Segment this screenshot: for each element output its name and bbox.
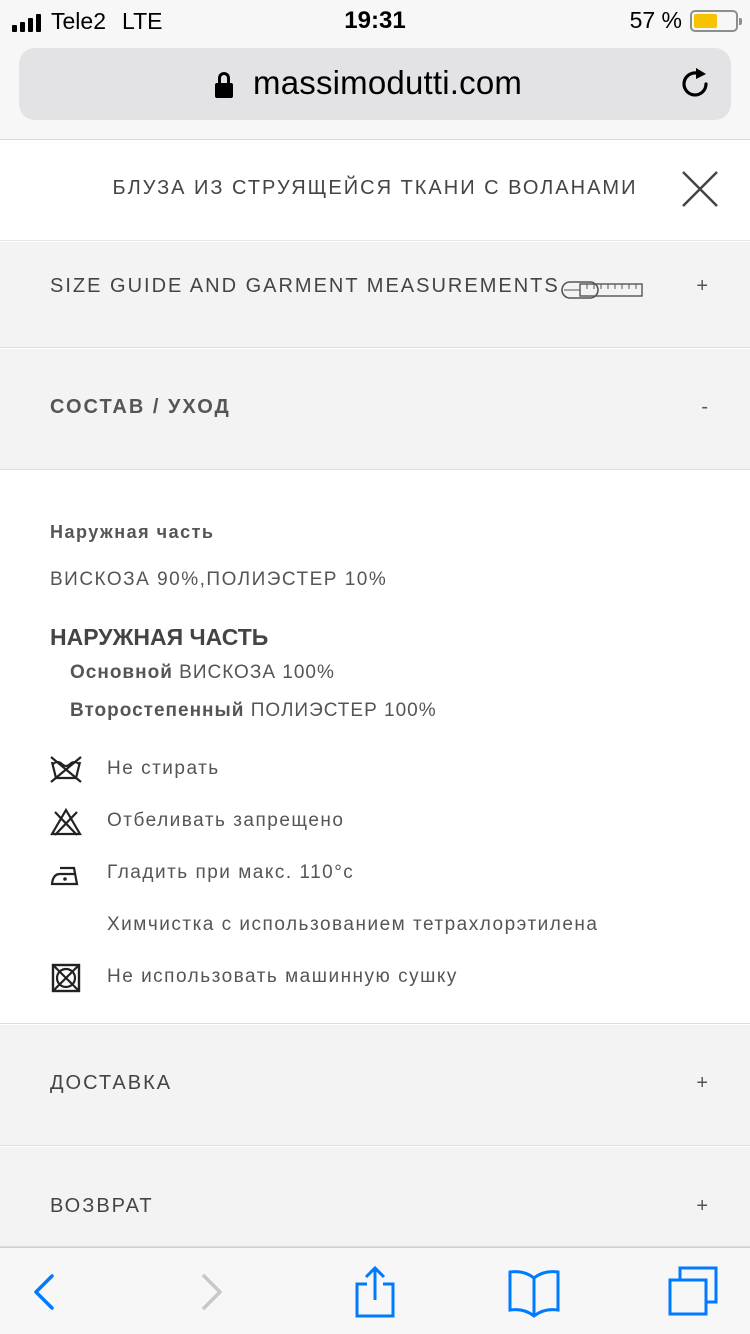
battery-percent: 57 % [629, 7, 682, 33]
care-text: Гладить при макс. 110°c [107, 862, 355, 883]
no-wash-icon [50, 756, 82, 783]
outer-part-heading: НАРУЖНАЯ ЧАСТЬ [50, 624, 269, 650]
composition-label: СОСТАВ / УХОД [50, 396, 231, 418]
share-icon[interactable] [347, 1264, 403, 1320]
returns-expand-sign[interactable]: + [696, 1195, 708, 1218]
size-guide-expand-sign[interactable]: + [696, 275, 708, 298]
care-item: Химчистка с использованием тетрахлорэтил… [0, 906, 750, 946]
delivery-label: ДОСТАВКА [50, 1072, 173, 1094]
iron-low-icon [50, 866, 79, 886]
care-text: Не стирать [107, 758, 220, 779]
composition-collapse-sign[interactable]: - [701, 396, 708, 419]
composition-line-value: ПОЛИЭСТЕР 100% [250, 700, 437, 721]
accordion-composition-care[interactable]: СОСТАВ / УХОД - [0, 349, 750, 470]
outer-part-subtitle: Наружная часть [50, 522, 215, 542]
battery-fill [694, 13, 717, 28]
returns-label: ВОЗВРАТ [50, 1195, 154, 1217]
no-tumble-dry-icon [51, 963, 81, 993]
status-right: 57 % [629, 7, 742, 34]
url-text[interactable]: massimodutti.com [253, 64, 522, 102]
product-header: БЛУЗА ИЗ СТРУЯЩЕЙСЯ ТКАНИ С ВОЛАНАМИ [0, 141, 750, 241]
measuring-tape-icon [561, 281, 643, 299]
product-title: БЛУЗА ИЗ СТРУЯЩЕЙСЯ ТКАНИ С ВОЛАНАМИ [112, 177, 638, 199]
fabric-composition: ВИСКОЗА 90%,ПОЛИЭСТЕР 10% [50, 569, 388, 590]
reload-icon[interactable] [677, 66, 713, 102]
accordion-returns[interactable]: ВОЗВРАТ + [0, 1147, 750, 1247]
composition-panel: Наружная часть ВИСКОЗА 90%,ПОЛИЭСТЕР 10%… [0, 470, 750, 1024]
bookmarks-icon[interactable] [506, 1264, 562, 1320]
care-item: Отбеливать запрещено [0, 802, 750, 842]
composition-line-main: Основной ВИСКОЗА 100% [70, 662, 335, 684]
care-text: Не использовать машинную сушку [107, 966, 458, 987]
forward-arrow-icon[interactable] [184, 1264, 240, 1320]
close-icon[interactable] [680, 169, 720, 209]
address-bar[interactable]: massimodutti.com [19, 48, 731, 120]
care-item: Гладить при макс. 110°c [0, 854, 750, 894]
battery-icon [690, 9, 742, 32]
tabs-icon[interactable] [666, 1264, 722, 1320]
composition-line-label: Второстепенный [70, 700, 245, 721]
delivery-expand-sign[interactable]: + [696, 1072, 708, 1095]
size-guide-label: SIZE GUIDE AND GARMENT MEASUREMENTS [50, 275, 560, 297]
composition-line-value: ВИСКОЗА 100% [179, 662, 335, 683]
lock-icon [215, 72, 233, 98]
composition-line-label: Основной [70, 662, 173, 683]
accordion-size-guide[interactable]: SIZE GUIDE AND GARMENT MEASUREMENTS + [0, 242, 750, 348]
accordion-delivery[interactable]: ДОСТАВКА + [0, 1025, 750, 1146]
status-bar: Tele2 LTE 19:31 57 % [0, 0, 750, 40]
back-arrow-icon[interactable] [16, 1264, 72, 1320]
no-bleach-icon [50, 808, 82, 836]
care-item: Не использовать машинную сушку [0, 958, 750, 998]
care-text: Отбеливать запрещено [107, 810, 345, 831]
composition-line-secondary: Второстепенный ПОЛИЭСТЕР 100% [70, 700, 437, 722]
browser-toolbar [0, 1247, 750, 1334]
care-item: Не стирать [0, 750, 750, 790]
browser-address-area: massimodutti.com [0, 40, 750, 140]
care-text: Химчистка с использованием тетрахлорэтил… [107, 914, 599, 935]
